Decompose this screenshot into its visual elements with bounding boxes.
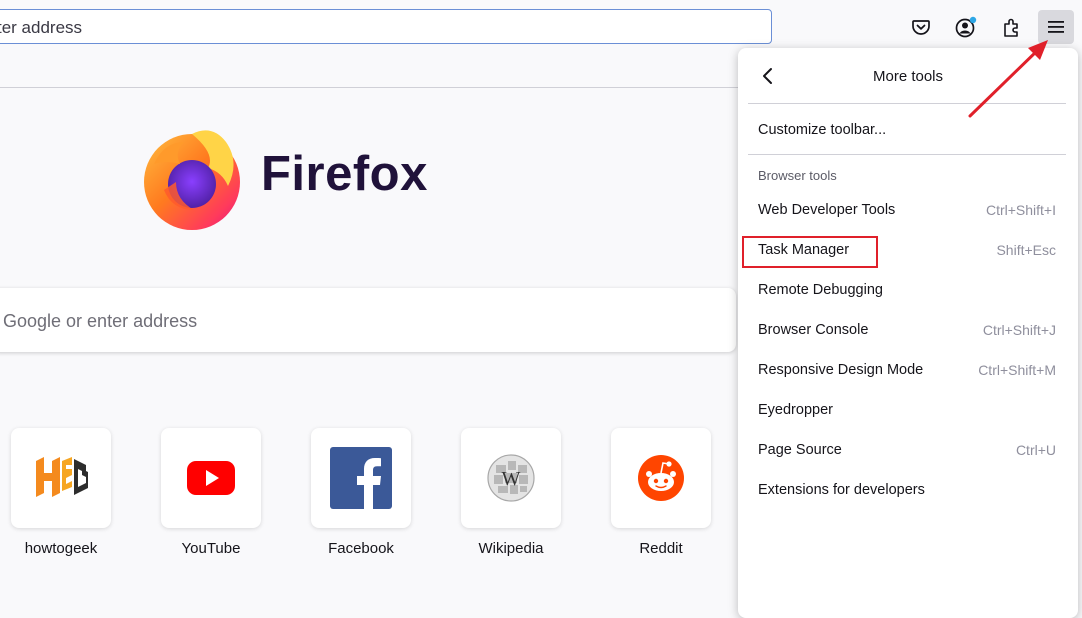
menu-item-responsive-design-mode[interactable]: Responsive Design Mode Ctrl+Shift+M (748, 350, 1066, 390)
firefox-logo (140, 124, 250, 234)
top-site-reddit[interactable]: Reddit (611, 428, 711, 557)
pocket-icon (912, 20, 930, 35)
top-site-label: Wikipedia (478, 540, 544, 557)
menu-item-label: Browser Console (758, 322, 869, 338)
search-placeholder: Google or enter address (3, 311, 198, 331)
menu-item-label: Remote Debugging (758, 282, 883, 298)
firefox-logo-icon (144, 130, 240, 230)
url-bar[interactable]: ter address (0, 9, 772, 44)
top-site-label: Facebook (328, 540, 394, 557)
menu-item-shortcut: Shift+Esc (996, 242, 1056, 258)
menu-item-label: Page Source (758, 442, 842, 458)
top-site-label: YouTube (181, 540, 241, 557)
section-label-browser-tools: Browser tools (758, 168, 837, 183)
menu-item-shortcut: Ctrl+U (1015, 442, 1056, 458)
menu-item-shortcut: Ctrl+Shift+M (978, 362, 1056, 378)
top-site-tile[interactable] (11, 428, 111, 528)
firefox-wordmark: Firefox (261, 147, 428, 201)
menu-item-browser-console[interactable]: Browser Console Ctrl+Shift+J (748, 310, 1066, 350)
toolbar-divider (0, 87, 740, 88)
pocket-button[interactable] (903, 10, 939, 44)
menu-item-extensions-for-developers[interactable]: Extensions for developers (748, 470, 1066, 510)
top-site-wikipedia[interactable]: W Wikipedia (461, 428, 561, 557)
top-site-facebook[interactable]: Facebook (311, 428, 411, 557)
annotation-arrow-icon (968, 40, 1048, 118)
svg-text:W: W (502, 468, 521, 490)
menu-item-shortcut: Ctrl+Shift+J (982, 322, 1056, 338)
top-site-tile[interactable]: W (461, 428, 561, 528)
top-site-tile[interactable] (311, 428, 411, 528)
top-site-howtogeek[interactable]: howtogeek (11, 428, 111, 557)
menu-item-label: Eyedropper (758, 402, 833, 418)
menu-item-shortcut: Ctrl+Shift+I (985, 202, 1056, 218)
top-site-label: howtogeek (24, 540, 98, 557)
more-tools-panel: More tools Customize toolbar... Browser … (738, 48, 1078, 618)
panel-divider (748, 154, 1066, 155)
top-site-youtube[interactable]: YouTube (161, 428, 261, 557)
menu-item-label: Responsive Design Mode (758, 362, 924, 378)
top-site-tile[interactable] (161, 428, 261, 528)
wikipedia-icon: W (487, 454, 535, 502)
task-manager-highlight-box (742, 236, 878, 268)
top-site-label: Reddit (639, 540, 683, 557)
menu-item-label: Customize toolbar... (758, 122, 887, 138)
search-input[interactable]: Google or enter address (0, 288, 736, 352)
howtogeek-icon (36, 457, 88, 497)
menu-item-label: Extensions for developers (758, 482, 925, 498)
menu-item-page-source[interactable]: Page Source Ctrl+U (748, 430, 1066, 470)
youtube-icon (187, 461, 235, 495)
menu-item-web-developer-tools[interactable]: Web Developer Tools Ctrl+Shift+I (748, 190, 1066, 230)
menu-item-eyedropper[interactable]: Eyedropper (748, 390, 1066, 430)
menu-item-label: Web Developer Tools (758, 202, 896, 218)
facebook-icon (330, 447, 392, 509)
reddit-icon (638, 455, 684, 501)
menu-item-remote-debugging[interactable]: Remote Debugging (748, 270, 1066, 310)
url-bar-placeholder: ter address (0, 18, 83, 37)
top-site-tile[interactable] (611, 428, 711, 528)
